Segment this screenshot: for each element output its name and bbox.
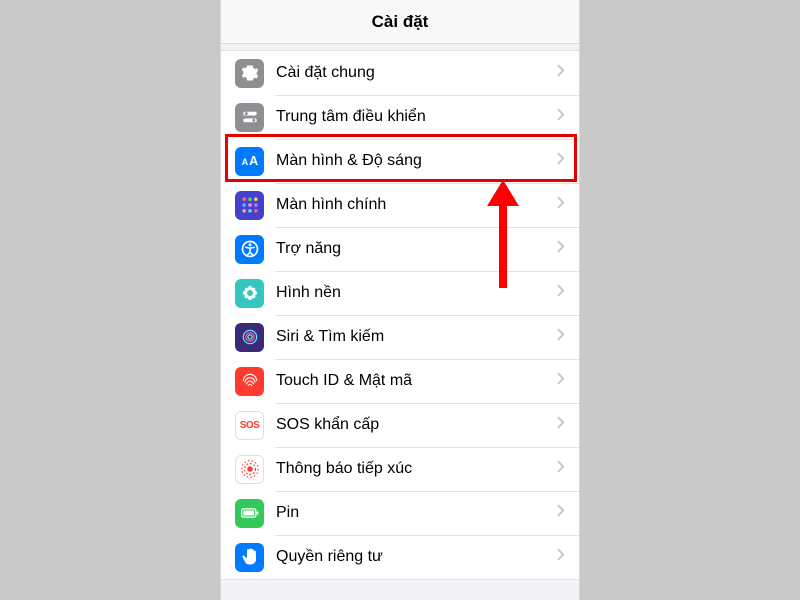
row-label: Thông báo tiếp xúc [276,460,557,478]
text-size-icon: AA [235,147,264,176]
row-home-screen[interactable]: Màn hình chính [221,183,579,227]
row-privacy[interactable]: Quyền riêng tư [221,535,579,579]
battery-icon [235,499,264,528]
chevron-right-icon [557,284,565,302]
sos-icon: SOS [235,411,264,440]
row-label: Pin [276,504,557,522]
fingerprint-icon [235,367,264,396]
chevron-right-icon [557,328,565,346]
flower-icon [235,279,264,308]
row-label: Trung tâm điều khiển [276,108,557,126]
hand-icon [235,543,264,572]
row-sos[interactable]: SOS SOS khẩn cấp [221,403,579,447]
chevron-right-icon [557,240,565,258]
settings-screen: Cài đặt Cài đặt chung Trung tâm điều khi… [220,0,580,600]
chevron-right-icon [557,372,565,390]
siri-icon [235,323,264,352]
chevron-right-icon [557,504,565,522]
row-wallpaper[interactable]: Hình nền [221,271,579,315]
exposure-icon [235,455,264,484]
svg-text:A: A [249,154,258,168]
chevron-right-icon [557,196,565,214]
accessibility-icon [235,235,264,264]
row-label: Màn hình & Độ sáng [276,152,557,170]
row-exposure[interactable]: Thông báo tiếp xúc [221,447,579,491]
row-label: Trợ năng [276,240,557,258]
row-accessibility[interactable]: Trợ năng [221,227,579,271]
chevron-right-icon [557,152,565,170]
row-label: Quyền riêng tư [276,548,557,566]
row-label: SOS khẩn cấp [276,416,557,434]
page-title: Cài đặt [372,12,429,32]
row-label: Touch ID & Mật mã [276,372,557,390]
chevron-right-icon [557,416,565,434]
row-label: Màn hình chính [276,196,557,214]
chevron-right-icon [557,460,565,478]
row-siri[interactable]: Siri & Tìm kiếm [221,315,579,359]
svg-text:A: A [241,157,248,167]
row-label: Siri & Tìm kiếm [276,328,557,346]
row-label: Hình nền [276,284,557,302]
settings-list: Cài đặt chung Trung tâm điều khiển AA Mà… [221,50,579,580]
toggles-icon [235,103,264,132]
gear-icon [235,59,264,88]
row-general[interactable]: Cài đặt chung [221,51,579,95]
row-touch-id[interactable]: Touch ID & Mật mã [221,359,579,403]
row-battery[interactable]: Pin [221,491,579,535]
row-control-center[interactable]: Trung tâm điều khiển [221,95,579,139]
chevron-right-icon [557,64,565,82]
app-grid-icon [235,191,264,220]
chevron-right-icon [557,548,565,566]
row-display-brightness[interactable]: AA Màn hình & Độ sáng [221,139,579,183]
header: Cài đặt [221,0,579,44]
row-label: Cài đặt chung [276,64,557,82]
chevron-right-icon [557,108,565,126]
